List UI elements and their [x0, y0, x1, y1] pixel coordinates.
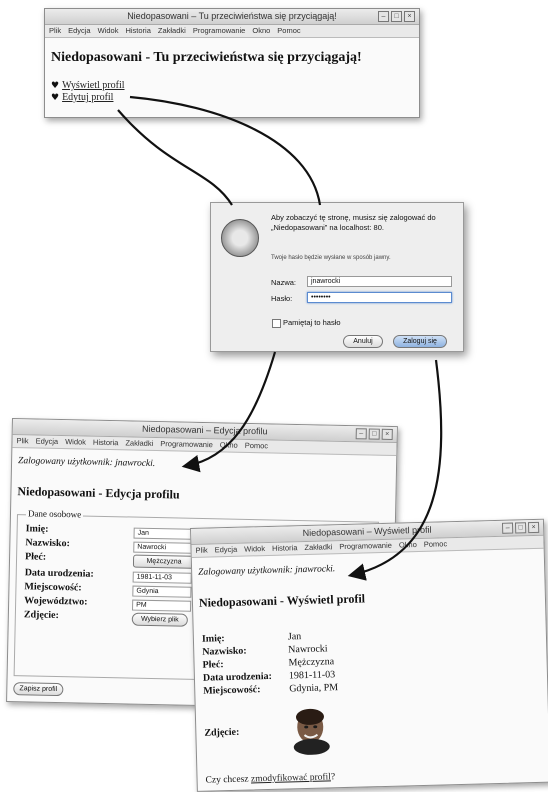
cancel-button[interactable]: Anuluj [343, 335, 383, 348]
city-input[interactable]: Gdynia [132, 585, 192, 598]
maximize-icon[interactable]: □ [368, 428, 380, 440]
menu-item[interactable]: Historia [125, 26, 150, 35]
logged-in-label: Zalogowany użytkownik: jnawrocki. [17, 456, 156, 470]
window-controls: – □ × [378, 11, 415, 22]
menu-item[interactable]: Plik [16, 436, 28, 445]
close-icon[interactable]: × [527, 521, 540, 534]
fieldset-legend: Dane osobowe [25, 508, 84, 520]
profile-value: Nawrocki [288, 643, 328, 656]
menu-item[interactable]: Plik [49, 26, 61, 35]
menu-item[interactable]: Zakładki [125, 438, 153, 448]
close-icon[interactable]: × [381, 428, 393, 440]
edit-profile-link[interactable]: Edytuj profil [62, 92, 113, 103]
profile-label: Płeć: [202, 659, 224, 671]
save-profile-button[interactable]: Zapisz profil [13, 682, 64, 697]
profile-photo [290, 706, 333, 755]
menu-item[interactable]: Widok [98, 26, 119, 35]
menu-item[interactable]: Edycja [36, 437, 59, 446]
profile-value: Gdynia, PM [289, 682, 339, 695]
heart-icon: ♥ [51, 81, 60, 91]
province-input[interactable]: PM [131, 599, 192, 612]
field-label: Województwo: [24, 595, 88, 608]
menu-item[interactable]: Historia [93, 438, 119, 448]
remember-label: Pamiętaj to hasło [283, 318, 341, 327]
page-heading: Niedopasowani - Edycja profilu [17, 484, 180, 502]
minimize-icon[interactable]: – [501, 522, 514, 534]
page-heading: Niedopasowani - Wyświetl profil [198, 591, 366, 610]
profile-value: Jan [287, 631, 302, 643]
menu-item[interactable]: Programowanie [193, 26, 246, 35]
menu-item[interactable]: Okno [220, 440, 238, 449]
window-controls: – □ × [355, 428, 393, 440]
birthdate-input[interactable]: 1981-11-03 [132, 571, 192, 584]
menu-item[interactable]: Pomoc [424, 539, 448, 549]
title-bar: Niedopasowani – Tu przeciwieństwa się pr… [45, 9, 419, 25]
password-label: Hasło: [271, 294, 293, 303]
window-title: Niedopasowani – Tu przeciwieństwa się pr… [127, 11, 337, 21]
browser-window-home: Niedopasowani – Tu przeciwieństwa się pr… [44, 8, 420, 118]
menu-item[interactable]: Programowanie [160, 439, 213, 449]
remember-checkbox[interactable] [272, 319, 281, 328]
first-name-input[interactable]: Jan [133, 527, 193, 540]
menu-bar: Plik Edycja Widok Historia Zakładki Programow… [45, 25, 419, 38]
question-end: ? [330, 772, 336, 783]
question-text: Czy chcesz [205, 774, 252, 786]
password-input[interactable]: •••••••• [307, 292, 452, 303]
heart-icon: ♥ [51, 93, 60, 103]
browser-window-view: Niedopasowani – Wyświetl profil – □ × Pl… [190, 518, 548, 792]
dialog-warning: Twoje hasło będzie wysłane w sposób jawn… [271, 255, 391, 261]
login-dialog: Aby zobaczyć tę stronę, musisz się zalog… [210, 202, 464, 352]
menu-item[interactable]: Pomoc [245, 441, 269, 450]
field-label: Data urodzenia: [24, 567, 94, 580]
menu-item[interactable]: Zakładki [158, 26, 186, 35]
field-label: Imię: [25, 523, 49, 535]
page-heading: Niedopasowani - Tu przeciwieństwa się pr… [51, 50, 362, 65]
arrow-edit-to-dialog [117, 109, 233, 206]
field-label: Zdjęcie: [23, 609, 59, 622]
gender-select[interactable]: Mężczyzna [132, 554, 196, 569]
username-input[interactable]: jnawrocki [307, 276, 452, 287]
modify-question: Czy chcesz zmodyfikować profil? [205, 772, 335, 785]
profile-value: 1981-11-03 [288, 669, 336, 682]
profile-label: Miejscowość: [203, 684, 261, 697]
choose-file-button[interactable]: Wybierz plik [131, 612, 188, 627]
logged-in-label: Zalogowany użytkownik: jnawrocki. [198, 564, 336, 578]
field-label: Nazwisko: [25, 537, 70, 550]
profile-value: Mężczyzna [288, 656, 335, 669]
minimize-icon[interactable]: – [378, 11, 389, 22]
field-label: Miejscowość: [24, 581, 82, 594]
menu-item[interactable]: Edycja [215, 545, 238, 555]
window-controls: – □ × [501, 521, 540, 534]
menu-item[interactable]: Plik [195, 546, 207, 555]
last-name-input[interactable]: Nawrocki [133, 541, 193, 554]
login-button[interactable]: Zaloguj się [393, 335, 447, 348]
profile-label: Data urodzenia: [202, 670, 273, 684]
safari-compass-icon [221, 219, 259, 257]
maximize-icon[interactable]: □ [391, 11, 402, 22]
menu-item[interactable]: Okno [252, 26, 270, 35]
window-title: Niedopasowani – Wyświetl profil [302, 524, 432, 539]
window-title: Niedopasowani – Edycja profilu [141, 423, 268, 437]
maximize-icon[interactable]: □ [514, 522, 527, 534]
field-label: Płeć: [24, 551, 47, 563]
menu-item[interactable]: Programowanie [339, 541, 392, 551]
close-icon[interactable]: × [404, 11, 415, 22]
menu-item[interactable]: Edycja [68, 26, 91, 35]
menu-item[interactable]: Okno [399, 540, 417, 549]
menu-item[interactable]: Widok [65, 437, 86, 446]
menu-item[interactable]: Historia [272, 543, 298, 553]
profile-label: Nazwisko: [202, 645, 247, 658]
menu-item[interactable]: Zakładki [304, 542, 332, 552]
profile-label: Imię: [201, 633, 225, 645]
username-label: Nazwa: [271, 278, 297, 287]
menu-item[interactable]: Pomoc [277, 26, 300, 35]
view-profile-link[interactable]: Wyświetl profil [62, 80, 124, 91]
minimize-icon[interactable]: – [355, 428, 367, 440]
photo-label: Zdjęcie: [204, 726, 240, 739]
dialog-message: Aby zobaczyć tę stronę, musisz się zalog… [271, 213, 436, 232]
modify-profile-link[interactable]: zmodyfikować profil [251, 772, 331, 784]
menu-item[interactable]: Widok [244, 544, 265, 554]
